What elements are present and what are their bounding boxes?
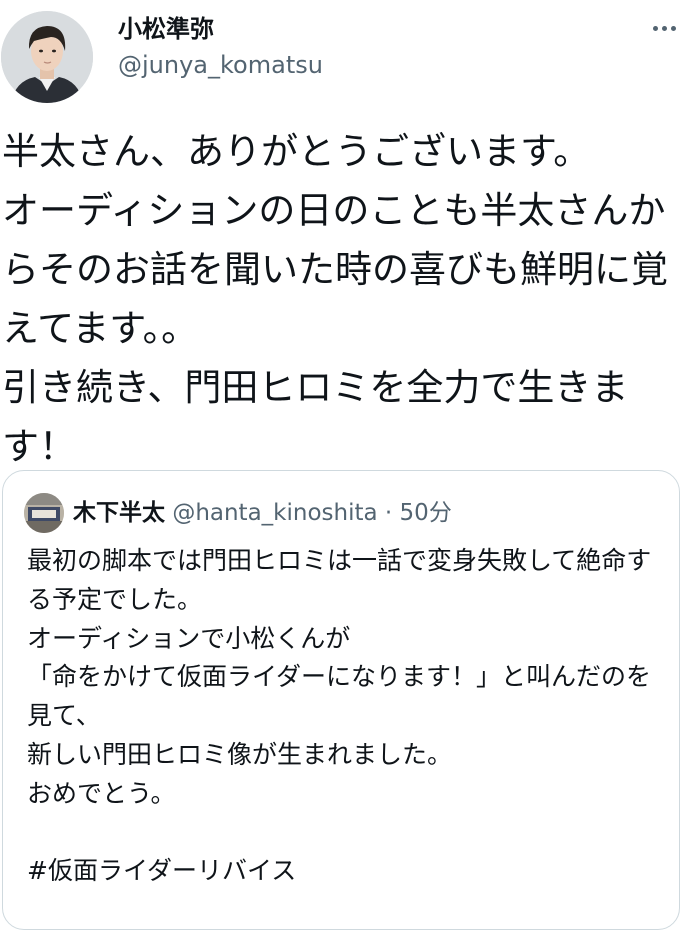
author-avatar[interactable] [1,11,93,103]
quoted-author-handle[interactable]: @hanta_kinoshita [172,500,377,526]
quoted-tweet-text: 最初の脚本では門田ヒロミは一話で変身失敗して絶命する予定でした。 オーディション… [27,546,652,886]
quoted-timestamp[interactable]: 50分 [400,500,452,526]
more-dot [670,25,676,31]
tweet-text: 半太さん、ありがとうございます。 オーディションの日のことも半太さんからそのお話… [2,130,668,468]
quoted-author-name[interactable]: 木下半太 [73,500,165,526]
more-dot [661,25,667,31]
author-handle[interactable]: @junya_komatsu [118,50,323,80]
quoted-separator: · [384,500,393,526]
author-name[interactable]: 小松準弥 [118,14,214,44]
tweet: 小松準弥 @junya_komatsu 半太さん、ありがとうございます。 オーデ… [0,0,683,930]
quoted-author-avatar[interactable] [24,493,64,533]
more-options-icon[interactable] [648,14,680,42]
more-dot [652,25,658,31]
quoted-tweet[interactable]: 木下半太 @hanta_kinoshita · 50分 最初の脚本では門田ヒロミ… [2,470,680,930]
quoted-header: 木下半太 @hanta_kinoshita · 50分 [73,497,452,529]
